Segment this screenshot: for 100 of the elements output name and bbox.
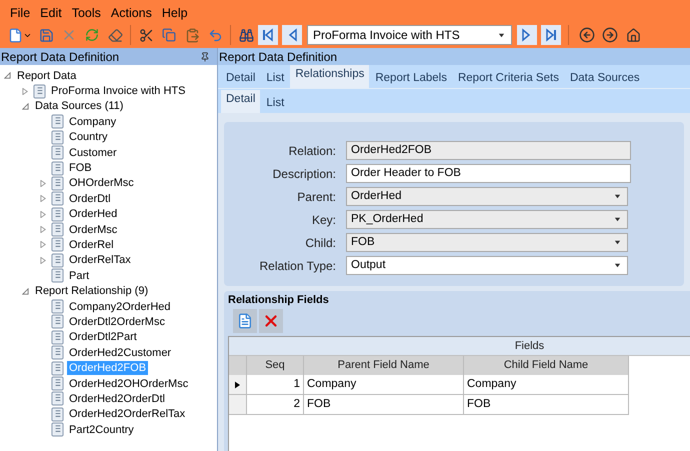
tab[interactable]: List xyxy=(261,67,290,88)
table-icon xyxy=(51,391,64,406)
dropdown-caret-icon[interactable] xyxy=(614,262,621,269)
field-label: Description: xyxy=(272,166,336,182)
clipboard-icon[interactable] xyxy=(184,28,200,42)
tree-item[interactable]: OrderHed2OrderDtl xyxy=(67,392,167,406)
tab[interactable]: Data Sources xyxy=(564,67,645,88)
field-label: Parent: xyxy=(296,188,336,206)
tree-item[interactable]: Report Data xyxy=(15,68,78,83)
table-icon xyxy=(51,237,64,252)
tree-item[interactable]: Country xyxy=(67,130,110,144)
table-icon xyxy=(51,345,64,360)
menu-item[interactable]: Actions xyxy=(110,4,152,22)
tab[interactable]: Detail xyxy=(221,67,260,88)
tree-item[interactable]: Data Sources (11) xyxy=(33,99,126,114)
column-header[interactable]: Child Field Name xyxy=(464,356,629,375)
table-cell: FOB xyxy=(304,395,464,414)
tree-item[interactable]: OrderDtl2OrderMsc xyxy=(67,314,167,329)
tab[interactable]: Report Labels xyxy=(370,67,452,88)
table-icon xyxy=(51,160,64,176)
dropdown-caret-icon[interactable] xyxy=(614,239,621,246)
copy-icon[interactable] xyxy=(162,28,176,42)
table-icon xyxy=(51,330,64,345)
collapsed-arrow-icon[interactable] xyxy=(40,226,46,234)
tree-item[interactable]: OrderHed2OrderRelTax xyxy=(67,407,188,422)
menu-item[interactable]: Edit xyxy=(40,4,62,22)
tree-item[interactable]: Company2OrderHed xyxy=(67,300,172,314)
table-icon xyxy=(51,376,64,391)
current-row-icon xyxy=(235,380,240,388)
eraser-icon[interactable] xyxy=(108,28,122,42)
section-title: Relationship Fields xyxy=(227,293,330,307)
table-cell: FOB xyxy=(464,395,629,414)
dropdown-caret-icon[interactable] xyxy=(498,32,505,38)
tree-item[interactable]: OrderHed2Customer xyxy=(67,346,174,360)
input-field[interactable]: OrderHed2FOB xyxy=(346,141,631,160)
tree-item[interactable]: Customer xyxy=(67,146,119,160)
collapsed-arrow-icon[interactable] xyxy=(40,195,46,202)
pin-icon[interactable] xyxy=(200,52,210,62)
tree-item[interactable]: OrderDtl2Part xyxy=(67,330,139,344)
tree-item[interactable]: Company xyxy=(67,114,118,129)
column-header[interactable]: Seq xyxy=(247,356,304,375)
expanded-arrow-icon[interactable] xyxy=(22,288,28,295)
new-row-button[interactable] xyxy=(233,309,257,333)
table-cell: 2 xyxy=(247,395,304,414)
table-icon xyxy=(51,176,64,191)
tab[interactable]: List xyxy=(261,93,290,113)
tree-item[interactable]: OHOrderMsc xyxy=(67,176,136,190)
new-document-icon[interactable] xyxy=(237,313,253,329)
table-icon xyxy=(33,84,46,99)
dropdown-caret-icon[interactable] xyxy=(614,193,621,200)
dropdown-field[interactable]: Output xyxy=(346,256,628,275)
collapsed-arrow-icon[interactable] xyxy=(22,88,28,95)
menu-item[interactable]: Help xyxy=(162,4,188,22)
report-dropdown[interactable]: ProForma Invoice with HTS xyxy=(307,25,512,45)
input-field[interactable]: Order Header to FOB xyxy=(346,164,631,183)
table-icon xyxy=(51,191,64,206)
table-icon xyxy=(51,299,64,314)
tree-item[interactable]: FOB xyxy=(67,161,94,176)
collapsed-arrow-icon[interactable] xyxy=(40,210,46,218)
tree-item[interactable]: OrderHed2OHOrderMsc xyxy=(67,376,190,390)
tree-item[interactable]: ProForma Invoice with HTS xyxy=(49,84,188,98)
dropdown-field[interactable]: PK_OrderHed xyxy=(346,210,628,229)
collapsed-arrow-icon[interactable] xyxy=(40,256,46,264)
save-icon[interactable] xyxy=(38,28,54,42)
expanded-arrow-icon[interactable] xyxy=(22,102,28,110)
expanded-arrow-icon[interactable] xyxy=(4,72,10,80)
table-cell: Company xyxy=(464,375,629,394)
tree-item[interactable]: Report Relationship (9) xyxy=(33,284,150,298)
table-icon xyxy=(51,360,64,376)
collapsed-arrow-icon[interactable] xyxy=(40,241,46,248)
scissors-icon[interactable] xyxy=(138,28,154,42)
row-header[interactable] xyxy=(229,375,247,394)
dropdown-field[interactable]: OrderHed xyxy=(346,187,628,206)
new-document-icon[interactable] xyxy=(8,28,23,42)
tree-item[interactable]: OrderRel xyxy=(67,238,116,252)
table-cell: 1 xyxy=(247,375,304,394)
column-header[interactable]: Parent Field Name xyxy=(304,356,464,375)
dropdown-caret-icon[interactable] xyxy=(614,216,621,223)
home-icon[interactable] xyxy=(626,28,640,42)
tree-item[interactable]: OrderRelTax xyxy=(67,253,133,268)
tab[interactable]: Report Criteria Sets xyxy=(452,67,564,88)
menu-item[interactable]: Tools xyxy=(72,4,101,22)
binoculars-icon[interactable] xyxy=(238,28,254,42)
tree-item[interactable]: OrderMsc xyxy=(67,222,120,237)
tree-item[interactable]: OrderDtl xyxy=(67,192,113,206)
table-cell: Company xyxy=(304,375,464,394)
table-icon xyxy=(51,268,64,284)
table-icon xyxy=(51,145,64,160)
tab[interactable]: Relationships xyxy=(290,65,370,88)
table-icon xyxy=(51,130,64,145)
tree-item[interactable]: OrderHed xyxy=(67,207,120,222)
menu-item[interactable]: File xyxy=(10,4,30,22)
field-label: Key: xyxy=(310,212,336,228)
tree-item[interactable]: Part2Country xyxy=(67,422,136,437)
table-icon xyxy=(51,252,64,268)
tab[interactable]: Detail xyxy=(221,90,260,113)
dropdown-field[interactable]: FOB xyxy=(346,233,628,252)
collapsed-arrow-icon[interactable] xyxy=(40,180,46,187)
tree-item[interactable]: Part xyxy=(67,268,92,283)
panel-title: Report Data Definition xyxy=(1,48,120,66)
